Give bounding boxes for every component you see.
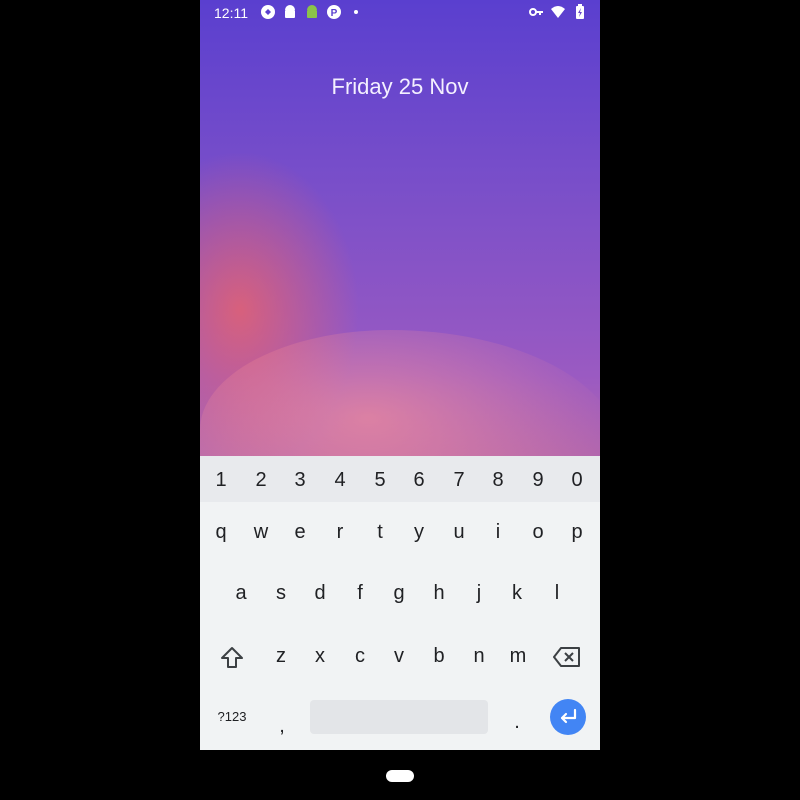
lockscreen-date: Friday 25 Nov bbox=[331, 74, 469, 99]
key-o[interactable]: o bbox=[528, 512, 548, 552]
key-y[interactable]: y bbox=[409, 512, 429, 552]
status-time: 12:11 bbox=[214, 5, 248, 21]
key-6[interactable]: 6 bbox=[409, 460, 429, 500]
home-gesture-pill[interactable] bbox=[386, 770, 414, 782]
vpn-key-icon bbox=[529, 8, 543, 16]
key-u[interactable]: u bbox=[449, 512, 469, 552]
key-m[interactable]: m bbox=[507, 636, 529, 676]
key-9[interactable]: 9 bbox=[528, 460, 548, 500]
key-q[interactable]: q bbox=[211, 512, 231, 552]
key-d[interactable]: d bbox=[310, 573, 330, 613]
key-w[interactable]: w bbox=[251, 512, 271, 552]
notification-icons: P bbox=[260, 4, 364, 20]
number-row: 1 2 3 4 5 6 7 8 9 0 bbox=[200, 456, 600, 502]
android-green-icon bbox=[307, 5, 317, 18]
more-notifications-dot-icon bbox=[354, 10, 358, 14]
key-g[interactable]: g bbox=[389, 573, 409, 613]
key-5[interactable]: 5 bbox=[370, 460, 390, 500]
key-0[interactable]: 0 bbox=[567, 460, 587, 500]
key-a[interactable]: a bbox=[231, 573, 251, 613]
key-8[interactable]: 8 bbox=[488, 460, 508, 500]
key-j[interactable]: j bbox=[469, 573, 489, 613]
key-4[interactable]: 4 bbox=[330, 460, 350, 500]
key-n[interactable]: n bbox=[469, 636, 489, 676]
wifi-icon bbox=[551, 6, 565, 18]
enter-button[interactable] bbox=[550, 699, 586, 735]
spacebar[interactable] bbox=[310, 700, 488, 734]
svg-text:P: P bbox=[331, 8, 338, 19]
on-screen-keyboard: 1 2 3 4 5 6 7 8 9 0 q w e r t y u i o p … bbox=[200, 456, 600, 750]
key-1[interactable]: 1 bbox=[211, 460, 231, 500]
key-i[interactable]: i bbox=[488, 512, 508, 552]
key-p[interactable]: p bbox=[567, 512, 587, 552]
key-2[interactable]: 2 bbox=[251, 460, 271, 500]
enter-arrow-icon bbox=[560, 708, 577, 724]
system-icons bbox=[528, 4, 588, 20]
phone-screen: 12:11 P Friday 25 Nov 1 2 3 4 5 6 7 8 9 … bbox=[200, 0, 600, 750]
navigation-bar bbox=[200, 750, 600, 800]
key-3[interactable]: 3 bbox=[290, 460, 310, 500]
key-e[interactable]: e bbox=[290, 512, 310, 552]
key-v[interactable]: v bbox=[389, 636, 409, 676]
key-r[interactable]: r bbox=[330, 512, 350, 552]
key-l[interactable]: l bbox=[547, 573, 567, 613]
key-c[interactable]: c bbox=[350, 636, 370, 676]
key-x[interactable]: x bbox=[310, 636, 330, 676]
p-app-icon: P bbox=[327, 5, 341, 19]
key-f[interactable]: f bbox=[350, 573, 370, 613]
battery-icon bbox=[576, 4, 584, 19]
key-k[interactable]: k bbox=[507, 573, 527, 613]
key-z[interactable]: z bbox=[271, 636, 291, 676]
comma-key[interactable]: , bbox=[272, 706, 292, 746]
android-icon bbox=[285, 5, 295, 18]
shift-key-icon[interactable] bbox=[220, 646, 244, 670]
key-7[interactable]: 7 bbox=[449, 460, 469, 500]
key-s[interactable]: s bbox=[271, 573, 291, 613]
period-key[interactable]: . bbox=[507, 702, 527, 742]
status-bar: 12:11 P bbox=[200, 0, 600, 26]
app-notification-icon bbox=[261, 5, 275, 19]
key-b[interactable]: b bbox=[429, 636, 449, 676]
backspace-key-icon[interactable] bbox=[553, 646, 581, 668]
key-h[interactable]: h bbox=[429, 573, 449, 613]
key-t[interactable]: t bbox=[370, 512, 390, 552]
symbols-key[interactable]: ?123 bbox=[212, 697, 252, 737]
